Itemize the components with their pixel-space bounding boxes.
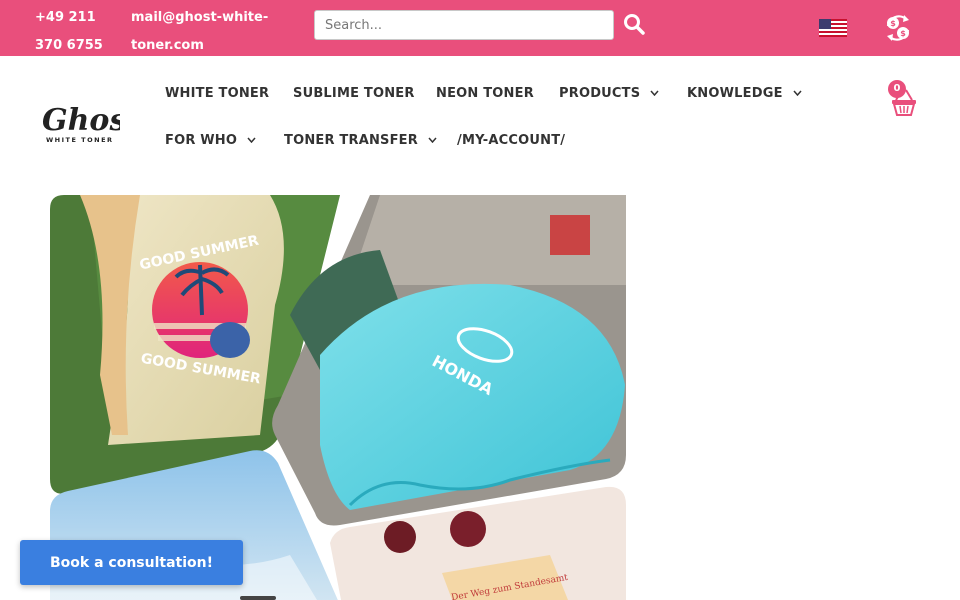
- search-input[interactable]: [315, 11, 613, 39]
- chevron-down-icon: [428, 137, 437, 143]
- nav-label: WHITE TONER: [165, 85, 270, 101]
- nav-label: NEON TONER: [436, 85, 534, 101]
- logo-subtext: WHITE TONER: [46, 136, 114, 144]
- nav-label: PRODUCTS: [559, 85, 641, 101]
- nav-label: KNOWLEDGE: [687, 85, 783, 101]
- nav-sublime-toner[interactable]: SUBLIME TONER: [293, 83, 415, 103]
- svg-text:$: $: [890, 19, 896, 28]
- nav-label: /MY-ACCOUNT/: [457, 132, 566, 148]
- nav-white-toner[interactable]: WHITE TONER: [165, 83, 269, 103]
- ghost-logo[interactable]: Ghost WHITE TONER: [40, 90, 120, 146]
- nav-knowledge[interactable]: KNOWLEDGE: [687, 83, 802, 103]
- email-link[interactable]: mail@ghost-white-toner.com: [131, 4, 281, 60]
- currency-switch-icon[interactable]: $ $: [882, 12, 914, 44]
- scroll-indicator: [240, 596, 276, 600]
- nav-label: SUBLIME TONER: [293, 85, 415, 101]
- nav-products[interactable]: PRODUCTS: [559, 83, 659, 103]
- us-flag-icon[interactable]: [819, 19, 847, 37]
- phone-number-link[interactable]: +49 211 370 6755: [35, 4, 119, 60]
- chevron-down-icon: [247, 137, 256, 143]
- search-icon[interactable]: [622, 12, 646, 36]
- book-consultation-button[interactable]: Book a consultation!: [20, 540, 243, 585]
- chevron-down-icon: [650, 90, 659, 96]
- cart-count-badge: 0: [888, 80, 906, 98]
- nav-label: FOR WHO: [165, 132, 238, 148]
- search-box: [314, 10, 614, 40]
- logo-text: Ghost: [42, 103, 120, 138]
- top-bar: +49 211 370 6755 mail@ghost-white-toner.…: [0, 0, 960, 56]
- nav-neon-toner[interactable]: NEON TONER: [436, 83, 534, 103]
- nav-label: TONER TRANSFER: [284, 132, 418, 148]
- svg-text:$: $: [900, 29, 906, 38]
- nav-toner-transfer[interactable]: TONER TRANSFER: [284, 130, 437, 150]
- nav-my-account[interactable]: /MY-ACCOUNT/: [457, 130, 565, 150]
- chevron-down-icon: [793, 90, 802, 96]
- nav-for-who[interactable]: FOR WHO: [165, 130, 256, 150]
